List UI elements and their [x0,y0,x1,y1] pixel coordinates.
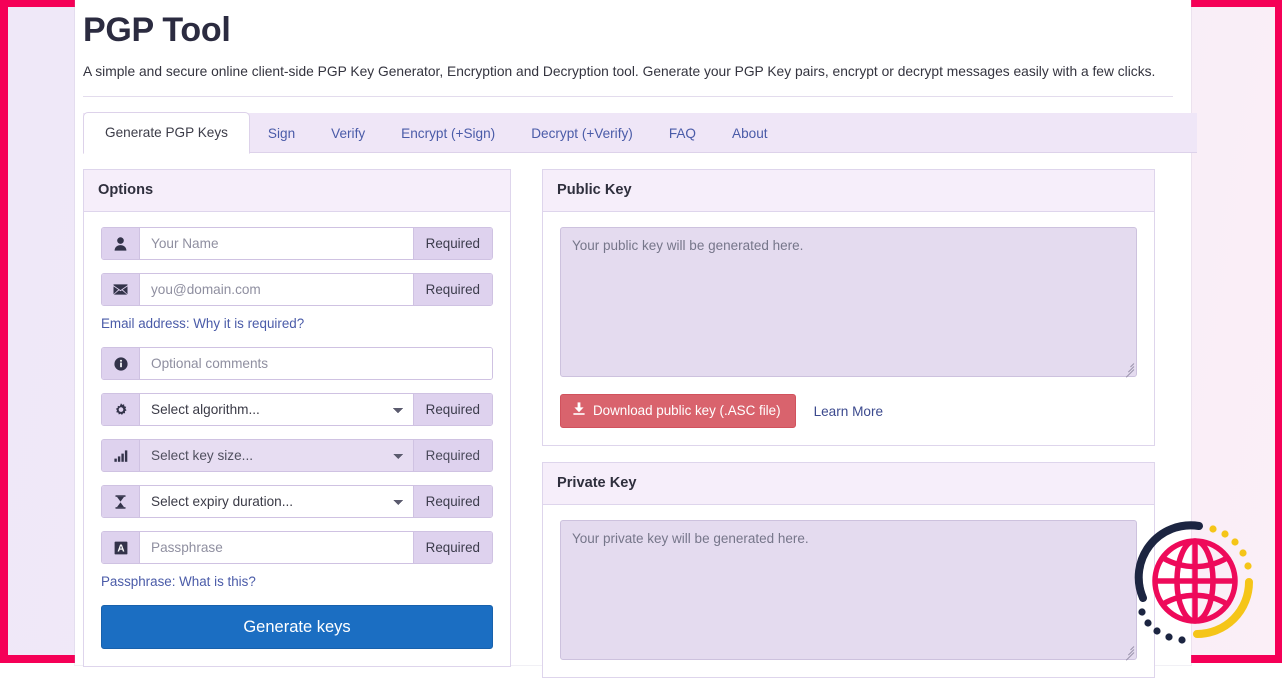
tab-verify[interactable]: Verify [313,115,383,153]
hourglass-icon [102,486,140,517]
public-key-textarea[interactable] [560,227,1137,377]
name-input[interactable] [140,228,413,259]
options-panel: Options Required [83,169,511,667]
signal-bars-icon [102,440,140,471]
keysize-field-group[interactable]: Select key size... Required [101,439,493,472]
comments-field-group[interactable] [101,347,493,380]
user-icon [102,228,140,259]
public-key-actions: Download public key (.ASC file) Learn Mo… [560,394,1137,428]
tab-decrypt-verify[interactable]: Decrypt (+Verify) [513,115,651,153]
public-key-panel-title: Public Key [543,170,1154,212]
page-title: PGP Tool [83,7,1203,51]
download-icon [573,402,585,419]
tab-faq[interactable]: FAQ [651,115,714,153]
tab-label: Verify [331,126,365,141]
algorithm-field-group[interactable]: Select algorithm... Required [101,393,493,426]
keysize-select[interactable]: Select key size... [140,440,413,471]
email-input[interactable] [140,274,413,305]
tab-generate-pgp-keys[interactable]: Generate PGP Keys [83,112,250,154]
expiry-select[interactable]: Select expiry duration... [140,486,413,517]
comments-input[interactable] [140,348,492,379]
download-button-label: Download public key (.ASC file) [593,402,781,419]
passphrase-input[interactable] [140,532,413,563]
keysize-required-badge: Required [413,440,492,471]
tab-label: Encrypt (+Sign) [401,126,495,141]
name-required-badge: Required [413,228,492,259]
tab-label: FAQ [669,126,696,141]
private-key-panel-title: Private Key [543,463,1154,505]
options-panel-title: Options [84,170,510,212]
private-key-panel-body [543,505,1154,677]
public-key-textarea-wrap [560,227,1137,377]
public-key-panel: Public Key [542,169,1155,446]
passphrase-field-group[interactable]: A Required [101,531,493,564]
keys-column: Public Key [542,153,1155,678]
generate-keys-button[interactable]: Generate keys [101,605,493,649]
gear-icon [102,394,140,425]
font-letter-icon: A [102,532,140,563]
algorithm-required-badge: Required [413,394,492,425]
private-key-textarea[interactable] [560,520,1137,660]
tab-label: Decrypt (+Verify) [531,126,633,141]
page-frame: PGP Tool A simple and secure online clie… [0,0,1282,663]
algorithm-select[interactable]: Select algorithm... [140,394,413,425]
page-subtitle: A simple and secure online client-side P… [83,51,1203,82]
info-icon [102,348,140,379]
passphrase-help-link[interactable]: Passphrase: What is this? [101,573,493,591]
tab-label: Generate PGP Keys [105,125,228,140]
page-content: PGP Tool A simple and secure online clie… [83,7,1203,670]
learn-more-link[interactable]: Learn More [814,404,884,419]
tab-label: About [732,126,768,141]
tab-sign[interactable]: Sign [250,115,313,153]
email-field-group[interactable]: Required [101,273,493,306]
private-key-panel: Private Key [542,462,1155,678]
public-key-panel-body: Download public key (.ASC file) Learn Mo… [543,212,1154,445]
options-column: Options Required [83,153,511,678]
private-key-textarea-wrap [560,520,1137,660]
options-panel-body: Required [84,212,510,666]
main-area: Options Required [83,153,1197,678]
name-field-group[interactable]: Required [101,227,493,260]
download-public-key-button[interactable]: Download public key (.ASC file) [560,394,796,428]
expiry-field-group[interactable]: Select expiry duration... Required [101,485,493,518]
tab-encrypt-sign[interactable]: Encrypt (+Sign) [383,115,513,153]
header-divider [83,96,1173,97]
envelope-icon [102,274,140,305]
expiry-required-badge: Required [413,486,492,517]
email-required-badge: Required [413,274,492,305]
svg-text:A: A [117,543,124,554]
tab-bar: Generate PGP Keys Sign Verify Encrypt (+… [83,114,1197,153]
email-help-link[interactable]: Email address: Why it is required? [101,315,493,333]
tab-about[interactable]: About [714,115,786,153]
passphrase-required-badge: Required [413,532,492,563]
tab-label: Sign [268,126,295,141]
